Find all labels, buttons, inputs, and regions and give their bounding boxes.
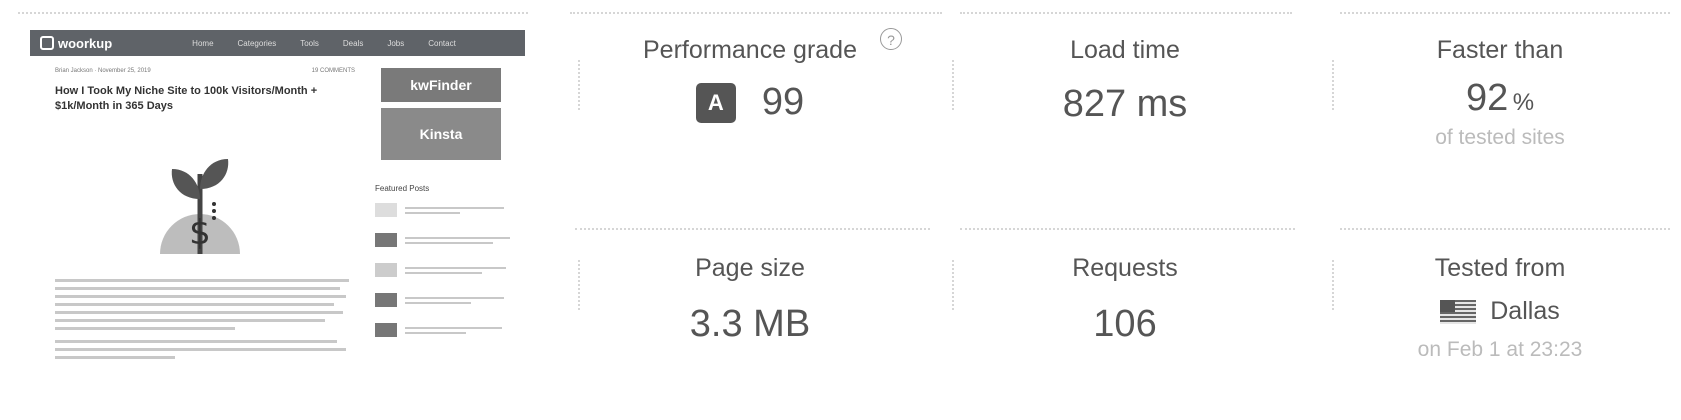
nav-item: Jobs xyxy=(387,38,405,48)
thumbnail-article: Brian Jackson · November 25, 2019 19 COM… xyxy=(55,68,355,364)
thumbnail-nav-links: Home Categories Tools Deals Jobs Contact xyxy=(192,39,456,48)
separator xyxy=(1332,260,1334,310)
faster-than-number: 92 xyxy=(1465,77,1509,119)
performance-grade-cell: Performance grade A 99 xyxy=(600,36,900,124)
featured-post xyxy=(375,203,515,217)
post-meta: Brian Jackson · November 25, 2019 19 COM… xyxy=(55,68,355,74)
featured-post xyxy=(375,233,515,247)
page-size-label: Page size xyxy=(695,254,805,282)
separator xyxy=(578,260,580,310)
featured-posts-heading: Featured Posts xyxy=(375,184,430,193)
nav-item: Categories xyxy=(237,38,277,48)
grade-score: 99 xyxy=(761,81,805,123)
page-screenshot-thumbnail[interactable]: woorkup Home Categories Tools Deals Jobs… xyxy=(30,30,525,390)
tested-from-cell: Tested from Dallas on Feb 1 at 23:23 xyxy=(1350,254,1650,362)
load-time-value: 827 ms xyxy=(1062,83,1188,125)
thumbnail-navbar: woorkup Home Categories Tools Deals Jobs… xyxy=(30,30,525,56)
performance-grade-value: A 99 xyxy=(600,81,900,124)
location-name: Dallas xyxy=(1490,297,1560,325)
nav-item: Deals xyxy=(342,38,364,48)
separator xyxy=(18,12,528,14)
faster-than-cell: Faster than 92 % of tested sites xyxy=(1350,36,1650,150)
ad-banner: kwFinder xyxy=(381,68,501,102)
page-size-cell: Page size 3.3 MB xyxy=(600,254,900,346)
us-flag-icon xyxy=(1440,299,1477,324)
featured-post xyxy=(375,323,515,337)
requests-label: Requests xyxy=(1072,254,1178,282)
separator xyxy=(952,260,954,310)
performance-grade-label: Performance grade xyxy=(642,36,857,64)
post-title: How I Took My Niche Site to 100k Visitor… xyxy=(55,85,318,112)
comments-count: 19 COMMENTS xyxy=(311,68,355,74)
percent-unit: % xyxy=(1512,89,1535,116)
separator xyxy=(1340,228,1670,230)
money-plant-illustration: $ xyxy=(160,159,240,254)
page-size-value: 3.3 MB xyxy=(689,303,811,345)
svg-text:$: $ xyxy=(189,213,211,253)
requests-cell: Requests 106 xyxy=(975,254,1275,346)
separator xyxy=(578,60,580,110)
tested-from-label: Tested from xyxy=(1434,254,1566,282)
nav-item: Tools xyxy=(300,38,319,48)
help-icon[interactable]: ? xyxy=(880,28,902,50)
separator xyxy=(960,228,1295,230)
tested-from-location: Dallas xyxy=(1350,297,1650,326)
thumbnail-sidebar: kwFinder Kinsta Featured Posts xyxy=(375,68,515,353)
separator xyxy=(1340,12,1670,14)
separator xyxy=(575,228,930,230)
faster-than-value: 92 % xyxy=(1350,77,1650,120)
separator xyxy=(960,12,1292,14)
site-logo: woorkup xyxy=(40,36,112,51)
separator xyxy=(1332,60,1334,110)
featured-post xyxy=(375,293,515,307)
site-name: woorkup xyxy=(58,35,113,51)
faster-than-sub: of tested sites xyxy=(1435,126,1565,149)
requests-value: 106 xyxy=(1093,303,1157,345)
grade-badge: A xyxy=(695,82,736,123)
nav-item: Home xyxy=(192,38,214,48)
article-paragraph xyxy=(55,279,355,330)
ad-banner: Kinsta xyxy=(381,108,501,160)
nav-item: Contact xyxy=(428,38,456,48)
faster-than-label: Faster than xyxy=(1436,36,1564,64)
load-time-cell: Load time 827 ms xyxy=(975,36,1275,126)
tested-date: on Feb 1 at 23:23 xyxy=(1417,338,1583,361)
separator xyxy=(570,12,942,14)
separator xyxy=(952,60,954,110)
logo-icon xyxy=(40,36,54,50)
featured-post xyxy=(375,263,515,277)
author-line: Brian Jackson · November 25, 2019 xyxy=(55,68,151,74)
article-paragraph xyxy=(55,340,355,359)
load-time-label: Load time xyxy=(1070,36,1180,64)
